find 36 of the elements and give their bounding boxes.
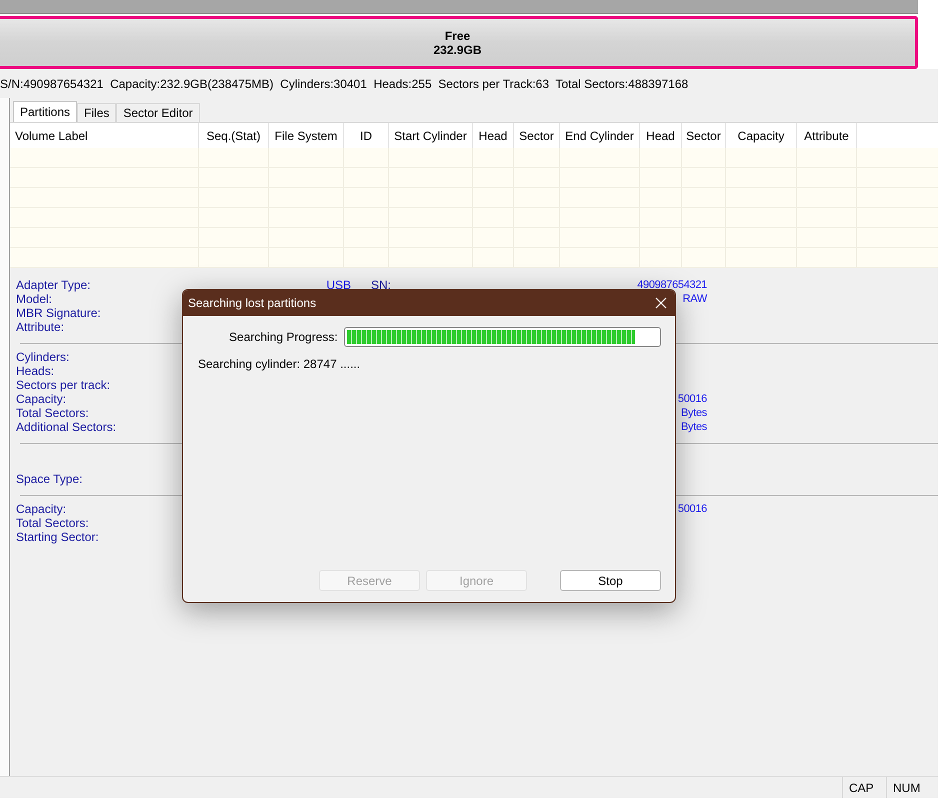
- status-indicator: NUM: [893, 780, 920, 796]
- field-label: MBR Signature:: [16, 306, 101, 320]
- field-label: SN:: [371, 278, 392, 292]
- segment-size: 232.9GB: [433, 42, 482, 56]
- field-value: 490987654321: [637, 278, 707, 292]
- free-space-segment[interactable]: Free 232.9GB: [0, 16, 918, 69]
- field-value: Bytes: [680, 420, 707, 434]
- field-label: Space Type:: [16, 472, 82, 486]
- search-status-text: Searching cylinder: 28747 ......: [197, 356, 360, 373]
- field-label: Heads:: [16, 364, 54, 378]
- field-label: Attribute:: [16, 320, 64, 334]
- field-label: Adapter Type:: [16, 278, 90, 292]
- field-label: Capacity:: [16, 392, 66, 406]
- field-value: RAW: [682, 292, 707, 306]
- tab[interactable]: Sector Editor: [116, 103, 200, 122]
- field-value: 50016: [678, 392, 707, 406]
- field-value: 50016: [678, 502, 707, 516]
- field-label: Sectors per track:: [16, 378, 110, 392]
- close-icon[interactable]: [655, 297, 667, 309]
- field-label: Cylinders:: [16, 350, 70, 364]
- field-value: USB: [326, 278, 351, 292]
- progress-label: Searching Progress:: [228, 329, 338, 346]
- dialog-title: Searching lost partitions: [188, 295, 316, 312]
- field-label: Total Sectors:: [16, 406, 89, 420]
- field-label: Model:: [16, 292, 52, 306]
- field-label: Capacity:: [16, 502, 66, 516]
- segment-label: Free: [444, 28, 470, 42]
- field-value: Bytes: [680, 406, 707, 420]
- dialog-button[interactable]: Stop: [560, 570, 661, 591]
- field-label: Additional Sectors:: [16, 420, 116, 434]
- tab[interactable]: Files: [77, 103, 116, 122]
- disk-info-text: S/N:490987654321 Capacity:232.9GB(238475MB) Cylinders:30401 Heads:255 Sectors per Track:63 Total Sectors:488397168: [0, 76, 688, 92]
- field-label: Total Sectors:: [16, 516, 89, 530]
- status-indicator: CAP: [849, 780, 874, 796]
- field-label: Starting Sector:: [16, 530, 99, 544]
- tab[interactable]: Partitions: [13, 101, 78, 122]
